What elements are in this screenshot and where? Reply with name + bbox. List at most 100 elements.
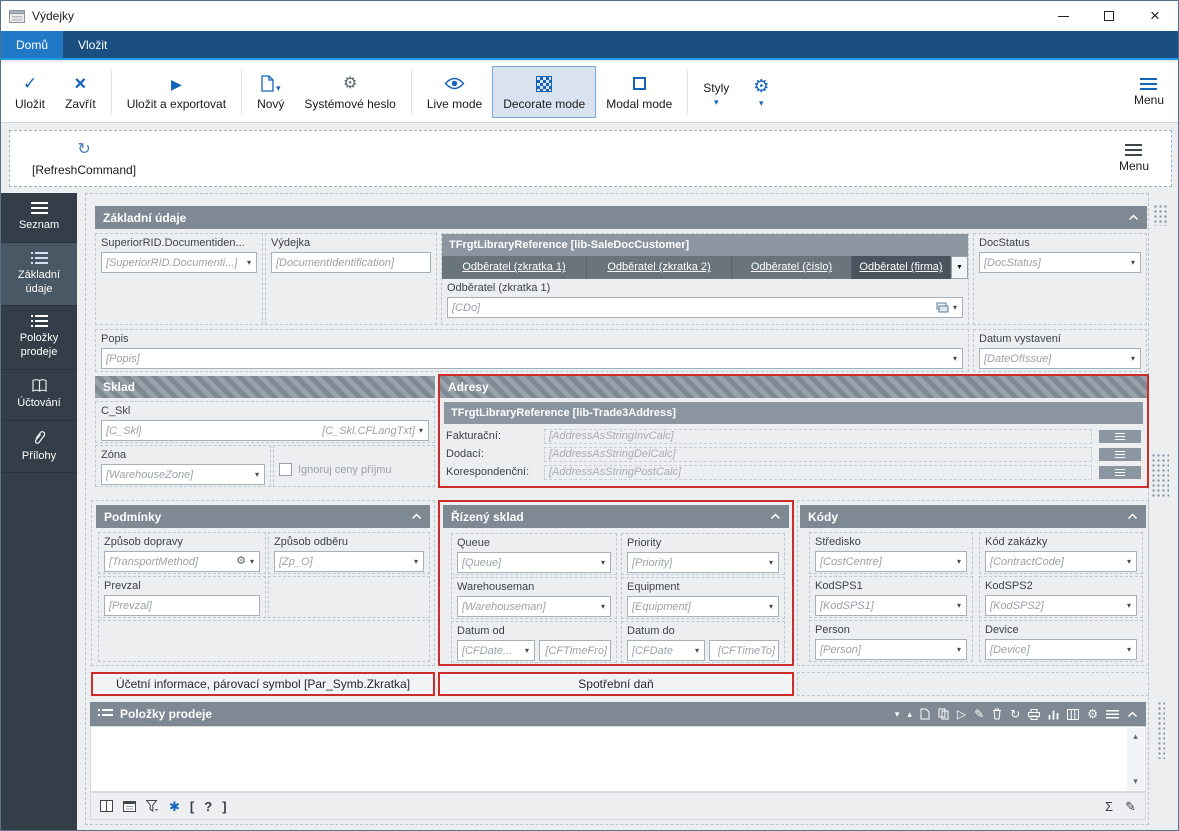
equipment-combobox[interactable]: [Equipment] ▾ <box>627 596 779 617</box>
device-combobox[interactable]: [Device] ▾ <box>985 639 1137 660</box>
sidebar-item-zakladni-udaje[interactable]: Základní údaje <box>1 243 77 307</box>
tab-overflow-button[interactable]: ▼ <box>951 256 968 279</box>
modal-mode-button[interactable]: Modal mode <box>596 66 682 118</box>
columns-icon[interactable] <box>100 800 113 812</box>
close-doc-button[interactable]: × Zavřít <box>55 66 106 118</box>
bracket-left-icon[interactable]: [ <box>190 800 194 813</box>
section-header-zakladni-udaje[interactable]: Základní údaje <box>95 206 1147 229</box>
time-from-input[interactable]: [CFTimeFro] <box>539 640 611 661</box>
bracket-right-icon[interactable]: ] <box>222 800 226 813</box>
tab-odberatel-firma[interactable]: Odběratel (firma) <box>852 256 951 279</box>
document-identification-input[interactable]: [DocumentIdentification] <box>271 252 431 273</box>
checkbox[interactable] <box>279 463 292 476</box>
tab-odberatel-zkratka-1[interactable]: Odběratel (zkratka 1) <box>442 256 587 279</box>
cskl-combobox[interactable]: [C_Skl] [C_Skl.CFLangTxt] ▾ <box>101 420 429 441</box>
tab-odberatel-zkratka-2[interactable]: Odběratel (zkratka 2) <box>587 256 732 279</box>
superior-rid-combobox[interactable]: [SuperiorRID.Documenti...] ▾ <box>101 252 257 273</box>
close-button[interactable]: × <box>1132 1 1178 31</box>
autofilter-icon[interactable]: ✱ <box>169 800 180 813</box>
filter-icon[interactable] <box>146 800 159 812</box>
bar-spotrebni-dan[interactable]: Spotřební daň <box>438 672 794 696</box>
cdo-combobox[interactable]: [CDo] ▾ <box>447 297 963 318</box>
new-button[interactable]: ▾ Nový <box>247 66 294 118</box>
tab-odberatel-cislo[interactable]: Odběratel (číslo) <box>732 256 852 279</box>
calendar-icon[interactable] <box>123 800 136 812</box>
chart-icon[interactable] <box>1048 709 1059 720</box>
priority-combobox[interactable]: [Priority] ▾ <box>627 552 779 573</box>
maximize-button[interactable] <box>1086 1 1132 31</box>
queue-combobox[interactable]: [Queue] ▾ <box>457 552 611 573</box>
address-menu-button[interactable] <box>1099 430 1141 443</box>
refresh-command-button[interactable]: ↻ [RefreshCommand] <box>22 138 146 179</box>
sidebar-item-uctovani[interactable]: Účtování <box>1 370 77 421</box>
date-of-issue-combobox[interactable]: [DateOfIssue] ▾ <box>979 348 1141 369</box>
save-button[interactable]: ✓ Uložit <box>5 66 55 118</box>
settings-dropdown-button[interactable]: ⚙ ▾ <box>739 66 783 118</box>
menu-button[interactable]: Menu <box>1124 66 1174 118</box>
collapse-icon[interactable] <box>1128 214 1139 221</box>
copy-icon[interactable] <box>938 708 949 720</box>
print-icon[interactable] <box>1028 709 1040 720</box>
save-export-button[interactable]: ▶ Uložit a exportovat <box>117 66 236 118</box>
date-from-combobox[interactable]: [CFDate... ▾ <box>457 640 535 661</box>
kodsps1-combobox[interactable]: [KodSPS1] ▾ <box>815 595 967 616</box>
edit-icon[interactable]: ✎ <box>1125 800 1136 813</box>
warehouse-zone-combobox[interactable]: [WarehouseZone] ▾ <box>101 464 265 485</box>
columns-icon[interactable] <box>1067 709 1079 720</box>
section-header-podminky[interactable]: Podmínky <box>96 505 430 528</box>
vertical-scrollbar[interactable]: ▴ ▾ <box>1127 728 1144 790</box>
close-icon: × <box>1150 6 1160 26</box>
scroll-up-icon[interactable]: ▴ <box>1133 728 1138 745</box>
sidebar-item-prilohy[interactable]: Přílohy <box>1 421 77 474</box>
section-header-polozky-prodeje[interactable]: Položky prodeje ▾ ▴ ▷ ✎ ↻ ⚙ <box>90 702 1146 726</box>
help-icon[interactable]: ? <box>204 800 212 813</box>
section-header-rizeny-sklad[interactable]: Řízený sklad <box>443 505 789 528</box>
refresh-icon[interactable]: ↻ <box>1010 708 1020 720</box>
gear-icon[interactable]: ⚙ <box>236 556 246 567</box>
prevzal-input[interactable]: [Prevzal] <box>104 595 260 616</box>
system-password-button[interactable]: ⚙ Systémové heslo <box>294 66 405 118</box>
tab-vlozit[interactable]: Vložit <box>63 31 122 58</box>
gear-icon: ⚙ <box>753 76 769 96</box>
sidebar-item-polozky-prodeje[interactable]: Položky prodeje <box>1 306 77 370</box>
person-combobox[interactable]: [Person] ▾ <box>815 639 967 660</box>
minimize-button[interactable] <box>1040 1 1086 31</box>
settings-icon[interactable]: ⚙ <box>1087 708 1098 720</box>
dropdown-icon[interactable]: ▾ <box>895 710 900 719</box>
zp-o-combobox[interactable]: [Zp_O] ▾ <box>274 551 424 572</box>
address-menu-button[interactable] <box>1099 448 1141 461</box>
styles-button[interactable]: Styly ▾ <box>693 66 739 118</box>
live-mode-button[interactable]: Live mode <box>417 66 492 118</box>
run-icon[interactable]: ▷ <box>957 708 966 720</box>
sidebar-item-seznam[interactable]: Seznam <box>1 193 77 243</box>
warehouseman-combobox[interactable]: [Warehouseman] ▾ <box>457 596 611 617</box>
collapse-icon[interactable] <box>1127 513 1138 520</box>
collapse-icon[interactable] <box>770 513 781 520</box>
delete-icon[interactable] <box>992 708 1002 720</box>
bar-ucetni-informace[interactable]: Účetní informace, párovací symbol [Par_S… <box>91 672 435 696</box>
sidebar-item-label: Přílohy <box>22 450 56 464</box>
contract-code-combobox[interactable]: [ContractCode] ▾ <box>985 551 1137 572</box>
cost-centre-combobox[interactable]: [CostCentre] ▾ <box>815 551 967 572</box>
transport-method-combobox[interactable]: [TransportMethod] ⚙ ▾ <box>104 551 260 572</box>
kodsps2-combobox[interactable]: [KodSPS2] ▾ <box>985 595 1137 616</box>
menu-icon[interactable] <box>1106 710 1119 719</box>
time-to-input[interactable]: [CFTimeTo] <box>709 640 779 661</box>
tab-domu[interactable]: Domů <box>1 31 63 58</box>
collapse-icon[interactable] <box>1127 711 1138 718</box>
popis-combobox[interactable]: [Popis] ▾ <box>101 348 963 369</box>
app-icon <box>9 10 25 23</box>
date-to-combobox[interactable]: [CFDate ▾ <box>627 640 705 661</box>
new-item-icon[interactable] <box>920 708 930 720</box>
sum-icon[interactable]: Σ <box>1105 800 1113 813</box>
docstatus-combobox[interactable]: [DocStatus] ▾ <box>979 252 1141 273</box>
scroll-down-icon[interactable]: ▾ <box>1133 773 1138 790</box>
caret-up-icon[interactable]: ▴ <box>907 710 912 719</box>
items-grid[interactable]: ▴ ▾ <box>90 726 1146 792</box>
section-header-kody[interactable]: Kódy <box>800 505 1146 528</box>
address-menu-button[interactable] <box>1099 466 1141 479</box>
decorate-mode-button[interactable]: Decorate mode <box>492 66 596 118</box>
collapse-icon[interactable] <box>411 513 422 520</box>
refresh-menu-button[interactable]: Menu <box>1109 142 1159 175</box>
edit-icon[interactable]: ✎ <box>974 708 984 720</box>
